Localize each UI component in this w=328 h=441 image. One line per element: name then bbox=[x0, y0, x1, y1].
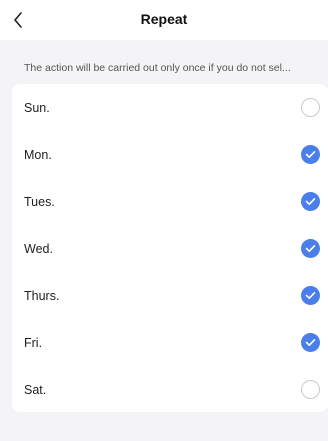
checkmark-icon bbox=[305, 338, 316, 346]
day-row-tues[interactable]: Tues. bbox=[12, 178, 328, 225]
chevron-left-icon bbox=[14, 12, 22, 28]
checkmark-icon bbox=[305, 197, 316, 205]
day-row-wed[interactable]: Wed. bbox=[12, 225, 328, 272]
checkbox[interactable] bbox=[301, 380, 320, 399]
page-title: Repeat bbox=[140, 11, 188, 27]
days-list: Sun. Mon. Tues. Wed. Thurs. Fri. Sat. bbox=[12, 84, 328, 412]
day-label: Thurs. bbox=[24, 288, 60, 303]
checkmark-icon bbox=[305, 291, 316, 299]
day-label: Wed. bbox=[24, 241, 53, 256]
day-row-thurs[interactable]: Thurs. bbox=[12, 272, 328, 319]
checkbox[interactable] bbox=[301, 145, 320, 164]
nav-bar: Repeat bbox=[0, 0, 328, 40]
day-label: Sun. bbox=[24, 100, 50, 115]
checkbox[interactable] bbox=[301, 286, 320, 305]
day-row-sun[interactable]: Sun. bbox=[12, 84, 328, 131]
day-row-sat[interactable]: Sat. bbox=[12, 366, 328, 412]
checkbox[interactable] bbox=[301, 239, 320, 258]
day-label: Sat. bbox=[24, 382, 47, 397]
day-label: Mon. bbox=[24, 147, 52, 162]
checkmark-icon bbox=[305, 244, 316, 252]
checkbox[interactable] bbox=[301, 333, 320, 352]
checkbox[interactable] bbox=[301, 98, 320, 117]
hint-text: The action will be carried out only once… bbox=[24, 62, 291, 74]
back-button[interactable] bbox=[4, 6, 32, 34]
day-row-mon[interactable]: Mon. bbox=[12, 131, 328, 178]
day-row-fri[interactable]: Fri. bbox=[12, 319, 328, 366]
day-label: Tues. bbox=[24, 194, 55, 209]
checkmark-icon bbox=[305, 150, 316, 158]
repeat-screen: Repeat The action will be carried out on… bbox=[0, 0, 328, 441]
day-label: Fri. bbox=[24, 335, 43, 350]
checkbox[interactable] bbox=[301, 192, 320, 211]
